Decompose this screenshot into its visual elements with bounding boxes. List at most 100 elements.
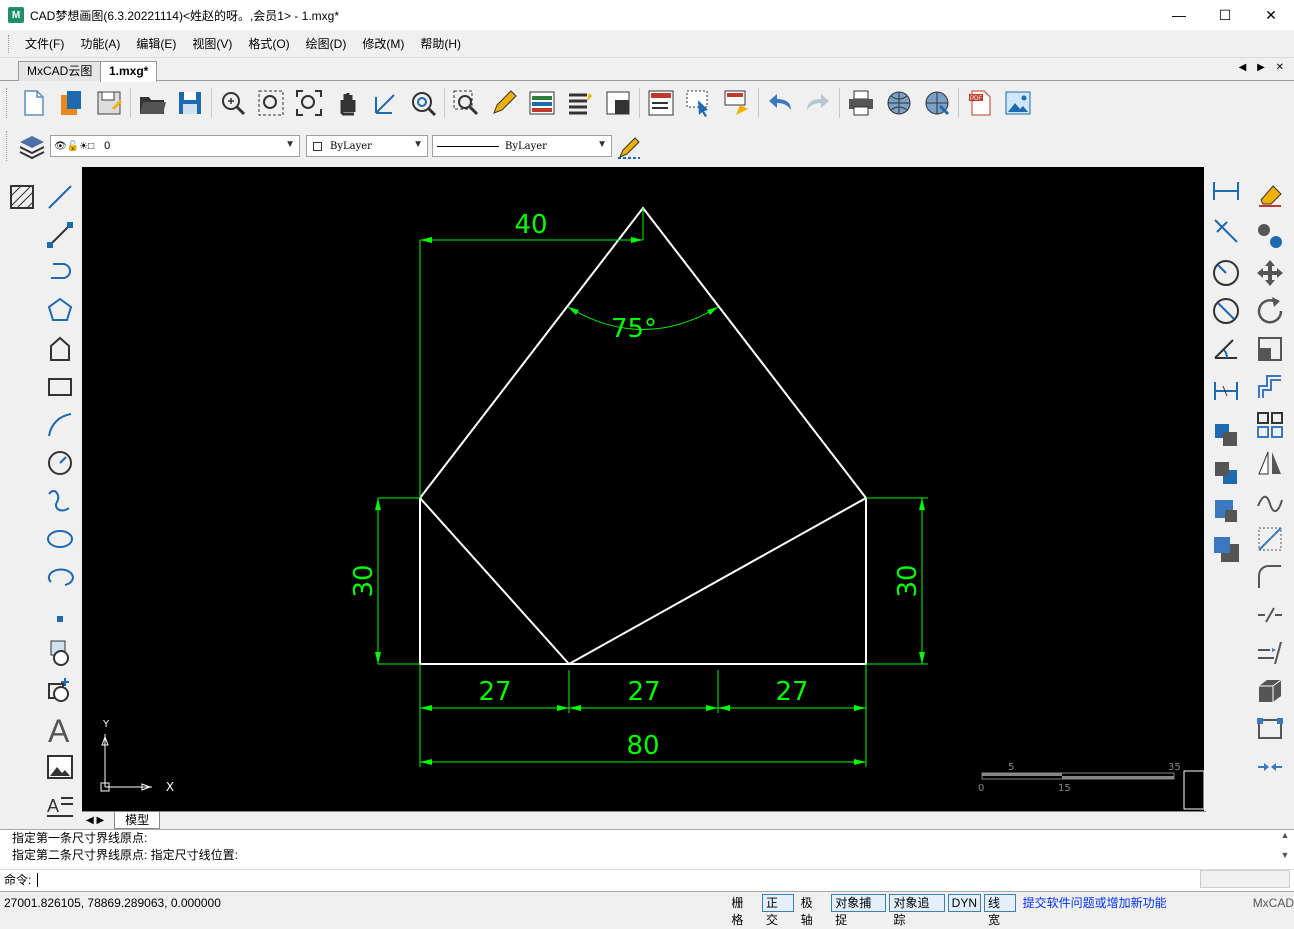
drawing-canvas[interactable]: 40 75° 30 30 27 27 27 80 Y X 5 35 0 15 xyxy=(82,167,1204,811)
menu-draw[interactable]: 绘图(D) xyxy=(298,33,355,55)
minimize-button[interactable]: — xyxy=(1156,0,1202,30)
open-template-icon[interactable] xyxy=(52,84,90,122)
draw-order-2-icon[interactable] xyxy=(1208,531,1244,567)
make-block-icon[interactable] xyxy=(42,673,78,709)
toggle-polar[interactable]: 极轴 xyxy=(797,894,829,927)
zoom-realtime-icon[interactable] xyxy=(214,84,252,122)
arc-icon[interactable] xyxy=(42,407,78,443)
menu-help[interactable]: 帮助(H) xyxy=(412,33,469,55)
tab-drawing-1[interactable]: 1.mxg* xyxy=(100,61,158,82)
diameter-dim-icon[interactable] xyxy=(1208,293,1244,329)
lineweight-icon[interactable] xyxy=(561,84,599,122)
construction-line-icon[interactable] xyxy=(42,217,78,253)
horizontal-scrollbar[interactable] xyxy=(1200,870,1290,888)
fillet-icon[interactable] xyxy=(1252,559,1288,595)
ucs-axis-icon[interactable] xyxy=(366,84,404,122)
linetype-select[interactable]: ByLayer ▼ xyxy=(432,135,612,157)
feedback-link[interactable]: 提交软件问题或增加新功能 xyxy=(1023,894,1249,911)
polyline-icon[interactable] xyxy=(42,255,78,291)
radius-dim-icon[interactable] xyxy=(1208,255,1244,291)
text-icon[interactable]: A xyxy=(42,711,78,747)
mirror-icon[interactable] xyxy=(1252,445,1288,481)
zoom-scale-icon[interactable] xyxy=(404,84,442,122)
scale-icon[interactable] xyxy=(1252,331,1288,367)
polygon-icon[interactable] xyxy=(42,293,78,329)
layer-select[interactable]: 👁🔓☀□ 0 ▼ xyxy=(50,135,300,157)
pan-hand-icon[interactable] xyxy=(328,84,366,122)
new-file-icon[interactable] xyxy=(14,84,52,122)
save-icon[interactable] xyxy=(171,84,209,122)
tab-mxcad-cloud[interactable]: MxCAD云图 xyxy=(18,61,102,81)
export-pdf-icon[interactable]: PDF xyxy=(961,84,999,122)
rotate-icon[interactable] xyxy=(1252,293,1288,329)
insert-block-icon[interactable] xyxy=(42,635,78,671)
point-icon[interactable] xyxy=(42,597,78,633)
array-icon[interactable] xyxy=(1252,407,1288,443)
line-icon[interactable] xyxy=(42,179,78,215)
block-icon[interactable] xyxy=(599,84,637,122)
toggle-grid[interactable]: 栅格 xyxy=(727,894,759,927)
select-cursor-icon[interactable] xyxy=(680,84,718,122)
shape-icon[interactable] xyxy=(42,331,78,367)
properties-icon[interactable] xyxy=(642,84,680,122)
insert-image-icon[interactable] xyxy=(999,84,1037,122)
linear-dim-icon[interactable] xyxy=(1208,173,1244,209)
toggle-otrack[interactable]: 对象追踪 xyxy=(889,893,945,927)
undo-icon[interactable] xyxy=(761,84,799,122)
open-folder-icon[interactable] xyxy=(133,84,171,122)
menu-format[interactable]: 格式(O) xyxy=(240,33,297,55)
bring-front-icon[interactable] xyxy=(1208,417,1244,453)
menu-view[interactable]: 视图(V) xyxy=(184,33,240,55)
break-icon[interactable] xyxy=(1252,597,1288,633)
ellipse-icon[interactable] xyxy=(42,521,78,557)
command-scrollbar[interactable]: ▲ ▼ xyxy=(1276,830,1294,870)
menu-grip[interactable] xyxy=(8,34,11,53)
move-icon[interactable] xyxy=(1252,255,1288,291)
match-properties-icon[interactable] xyxy=(718,84,756,122)
continue-dim-icon[interactable] xyxy=(1208,373,1244,409)
web-open-icon[interactable] xyxy=(918,84,956,122)
spline-icon[interactable] xyxy=(42,483,78,519)
toolbar-grip-2[interactable] xyxy=(6,131,10,161)
copy-icon[interactable] xyxy=(1252,217,1288,253)
maximize-button[interactable]: ☐ xyxy=(1202,0,1248,30)
aligned-dim-icon[interactable] xyxy=(1208,213,1244,249)
tab-model[interactable]: 模型 xyxy=(114,812,161,829)
multiline-text-icon[interactable]: A xyxy=(42,787,78,823)
erase-icon[interactable] xyxy=(1252,177,1288,213)
image-icon[interactable] xyxy=(42,749,78,785)
toggle-ortho[interactable]: 正交 xyxy=(762,893,794,927)
zoom-extents-icon[interactable] xyxy=(290,84,328,122)
layers-stack-icon[interactable] xyxy=(14,127,50,165)
command-input-row[interactable]: 命令: xyxy=(0,869,1294,889)
linetype-pencil-icon[interactable] xyxy=(612,127,646,165)
3d-box-icon[interactable] xyxy=(1252,673,1288,709)
layer-manager-icon[interactable] xyxy=(523,84,561,122)
print-icon[interactable] xyxy=(842,84,880,122)
curve-icon[interactable] xyxy=(1252,483,1288,519)
menu-function[interactable]: 功能(A) xyxy=(72,33,128,55)
toggle-dyn[interactable]: DYN xyxy=(947,893,981,912)
join-icon[interactable] xyxy=(1252,749,1288,785)
save-as-icon[interactable] xyxy=(90,84,128,122)
extend-icon[interactable] xyxy=(1252,635,1288,671)
trim-icon[interactable] xyxy=(1252,521,1288,557)
menu-modify[interactable]: 修改(M) xyxy=(354,33,412,55)
zoom-previous-icon[interactable] xyxy=(447,84,485,122)
toggle-lineweight[interactable]: 线宽 xyxy=(984,893,1016,927)
toolbar-grip[interactable] xyxy=(6,88,10,118)
menu-edit[interactable]: 编辑(E) xyxy=(128,33,184,55)
zoom-window-icon[interactable] xyxy=(252,84,290,122)
tab-scroll-arrows[interactable]: ◀ ▶ ✕ xyxy=(1239,62,1288,73)
offset-icon[interactable] xyxy=(1252,369,1288,405)
rectangle-icon[interactable] xyxy=(42,369,78,405)
toggle-osnap[interactable]: 对象捕捉 xyxy=(831,893,887,927)
color-select[interactable]: ByLayer ▼ xyxy=(306,135,428,157)
pencil-icon[interactable] xyxy=(485,84,523,122)
ellipse-arc-icon[interactable] xyxy=(42,559,78,595)
menu-file[interactable]: 文件(F) xyxy=(17,33,72,55)
draw-order-icon[interactable] xyxy=(1208,493,1244,529)
close-button[interactable]: ✕ xyxy=(1248,0,1294,30)
circle-icon[interactable] xyxy=(42,445,78,481)
stretch-icon[interactable] xyxy=(1252,711,1288,747)
